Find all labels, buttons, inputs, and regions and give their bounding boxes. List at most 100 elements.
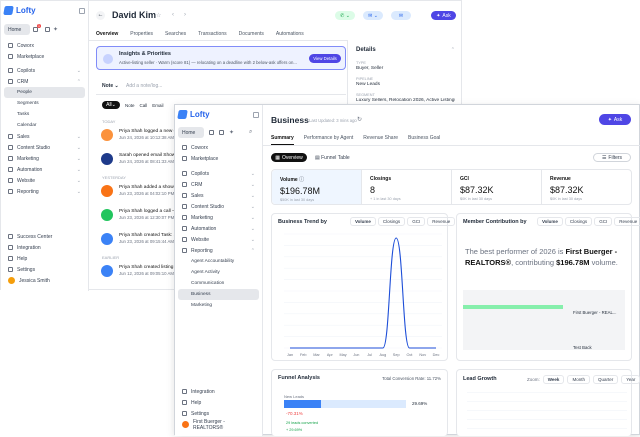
- nav-automation[interactable]: Automation ⌄: [4, 164, 85, 175]
- metric-volume[interactable]: Volume ⓘ $196.78M $50K in last 30 days: [272, 170, 361, 204]
- nav-calendar[interactable]: Calendar: [4, 120, 85, 131]
- nav-success-center[interactable]: Success Center: [4, 231, 86, 242]
- collapse-icon[interactable]: ⌃: [451, 47, 455, 53]
- tab-business-goal[interactable]: Business Goal: [408, 135, 440, 145]
- nav-settings[interactable]: Settings: [4, 264, 86, 275]
- nav-crm[interactable]: CRM ⌃: [4, 76, 85, 87]
- nav-website[interactable]: Website ⌄: [178, 234, 259, 245]
- user-profile[interactable]: First Buerger - REALTORS®: [178, 419, 260, 431]
- zoom-month[interactable]: Month: [567, 375, 590, 384]
- search-icon[interactable]: ⌕: [249, 129, 252, 136]
- filters-button[interactable]: ☰ Filters: [593, 153, 631, 162]
- pipeline-value[interactable]: New Leads: [356, 82, 455, 87]
- back-icon[interactable]: ←: [96, 11, 105, 20]
- trend-pill-volume[interactable]: Volume: [350, 217, 376, 226]
- member-pill-closings[interactable]: Closings: [564, 217, 593, 226]
- chat-icon[interactable]: [45, 27, 50, 32]
- timeline-item[interactable]: Priya Shah added a showin Jun 23, 2026 at…: [101, 185, 177, 197]
- member-pill-revenue[interactable]: Revenue: [614, 217, 640, 226]
- note-dropdown[interactable]: Note ⌄: [102, 83, 119, 89]
- tab-performance-by-agent[interactable]: Performance by Agent: [304, 135, 353, 145]
- nav-coworx[interactable]: Coworx: [4, 40, 85, 51]
- nav-marketing[interactable]: Marketing ⌄: [4, 153, 85, 164]
- overview-view-button[interactable]: ▦ Overview: [271, 153, 307, 162]
- nav-coworx[interactable]: Coworx: [178, 142, 259, 153]
- nav-content-studio[interactable]: Content Studio ⌄: [178, 201, 259, 212]
- trend-pill-gci[interactable]: GCI: [407, 217, 426, 226]
- call-button[interactable]: ✆ ⌄: [335, 11, 355, 20]
- nav-marketing[interactable]: Marketing ⌄: [178, 212, 259, 223]
- nav-agent-activity[interactable]: Agent Activity: [178, 267, 259, 278]
- timeline-item[interactable]: Sarah opened email Showi Jun 24, 2026 at …: [101, 153, 176, 165]
- nav-segments[interactable]: Segments: [4, 98, 85, 109]
- metric-revenue[interactable]: Revenue $87.32K $0K in last 30 days: [541, 170, 631, 204]
- nav-home[interactable]: Home: [178, 127, 204, 138]
- nav-content-studio[interactable]: Content Studio ⌄: [4, 142, 85, 153]
- nav-reporting[interactable]: Reporting ⌄: [4, 186, 85, 197]
- timeline-item[interactable]: Priya Shah logged a call — Jun 23, 2026 a…: [101, 209, 177, 221]
- tab-summary[interactable]: Summary: [271, 135, 294, 145]
- bar-label-first-buerger: First Buerger - REAL...: [573, 310, 617, 315]
- nav-people[interactable]: People: [4, 87, 85, 98]
- collapse-icon[interactable]: [253, 111, 259, 118]
- nav-communication[interactable]: Communication: [178, 278, 259, 289]
- zoom-year[interactable]: Year: [621, 375, 640, 384]
- next-icon[interactable]: ›: [184, 12, 186, 18]
- nav-marketplace[interactable]: Marketplace: [4, 51, 85, 62]
- nav-agent-accountability[interactable]: Agent Accountability: [178, 256, 259, 267]
- nav-reporting[interactable]: Reporting ⌃: [178, 245, 259, 256]
- member-pill-gci[interactable]: GCI: [594, 217, 613, 226]
- collapse-icon[interactable]: [79, 7, 85, 14]
- metric-gci[interactable]: GCI $87.32K $0K in last 30 days: [451, 170, 541, 204]
- funnel-table-button[interactable]: ▤ Funnel Table: [315, 155, 350, 161]
- nav-help[interactable]: Help: [4, 253, 86, 264]
- funnel-bar[interactable]: [284, 400, 406, 408]
- phone-icon[interactable]: [209, 130, 214, 135]
- filter-email[interactable]: Email: [152, 103, 163, 108]
- refresh-icon[interactable]: ↻: [357, 116, 362, 123]
- nav-copilots[interactable]: Copilots ⌄: [178, 168, 259, 179]
- user-profile[interactable]: Jessica Smith: [4, 275, 86, 286]
- member-pill-volume[interactable]: Volume: [537, 217, 563, 226]
- filter-all[interactable]: All ⌄: [102, 101, 120, 109]
- nav-settings[interactable]: Settings: [178, 408, 260, 419]
- filter-note[interactable]: Note: [125, 103, 135, 108]
- filter-call[interactable]: Call: [140, 103, 148, 108]
- spark-icon[interactable]: ✦: [53, 26, 58, 33]
- tab-revenue-share[interactable]: Revenue Share: [363, 135, 398, 145]
- nav-integration[interactable]: Integration: [178, 386, 260, 397]
- nav-reporting-marketing[interactable]: Marketing: [178, 300, 259, 311]
- nav-website[interactable]: Website ⌄: [4, 175, 85, 186]
- ask-button[interactable]: ✦ Ask: [431, 11, 456, 20]
- zoom-quarter[interactable]: Quarter: [592, 375, 619, 384]
- timeline-item[interactable]: Priya Shah created Task: Se Jun 23, 2026 …: [101, 233, 179, 245]
- nav-automation[interactable]: Automation ⌄: [178, 223, 259, 234]
- message-button[interactable]: ✉ ⌄: [363, 11, 383, 20]
- nav-copilots[interactable]: Copilots ⌄: [4, 65, 85, 76]
- trend-pill-closings[interactable]: Closings: [377, 217, 406, 226]
- nav-sales[interactable]: Sales ⌄: [4, 131, 85, 142]
- timeline-item[interactable]: Priya Shah created listing b Jun 12, 2026…: [101, 265, 177, 277]
- nav-sales[interactable]: Sales ⌄: [178, 190, 259, 201]
- note-input[interactable]: Add a note/log...: [126, 83, 162, 89]
- spark-icon[interactable]: ✦: [229, 129, 234, 136]
- zoom-week[interactable]: Week: [542, 375, 565, 384]
- nav-marketplace[interactable]: Marketplace: [178, 153, 259, 164]
- ask-button[interactable]: ✦ Ask: [599, 114, 631, 125]
- phone-icon[interactable]: 1: [33, 24, 41, 32]
- nav-integration[interactable]: Integration: [4, 242, 86, 253]
- timeline-item[interactable]: Priya Shah logged a new of Jun 24, 2026 a…: [101, 129, 178, 141]
- nav-help[interactable]: Help: [178, 397, 260, 408]
- email-button[interactable]: ✉: [391, 11, 411, 20]
- nav-business[interactable]: Business: [178, 289, 259, 300]
- nav-tasks[interactable]: Tasks: [4, 109, 85, 120]
- trend-pill-revenue[interactable]: Revenue: [427, 217, 456, 226]
- star-icon[interactable]: ☆: [156, 12, 161, 19]
- view-details-button[interactable]: View Details: [309, 54, 341, 63]
- nav-crm[interactable]: CRM ⌄: [178, 179, 259, 190]
- contribution-bar-first-buerger[interactable]: [463, 305, 563, 309]
- metric-closings[interactable]: Closings 8 + 1 in last 30 days: [361, 170, 451, 204]
- prev-icon[interactable]: ‹: [172, 12, 174, 18]
- chat-icon[interactable]: [219, 130, 224, 135]
- nav-home[interactable]: Home: [4, 24, 30, 35]
